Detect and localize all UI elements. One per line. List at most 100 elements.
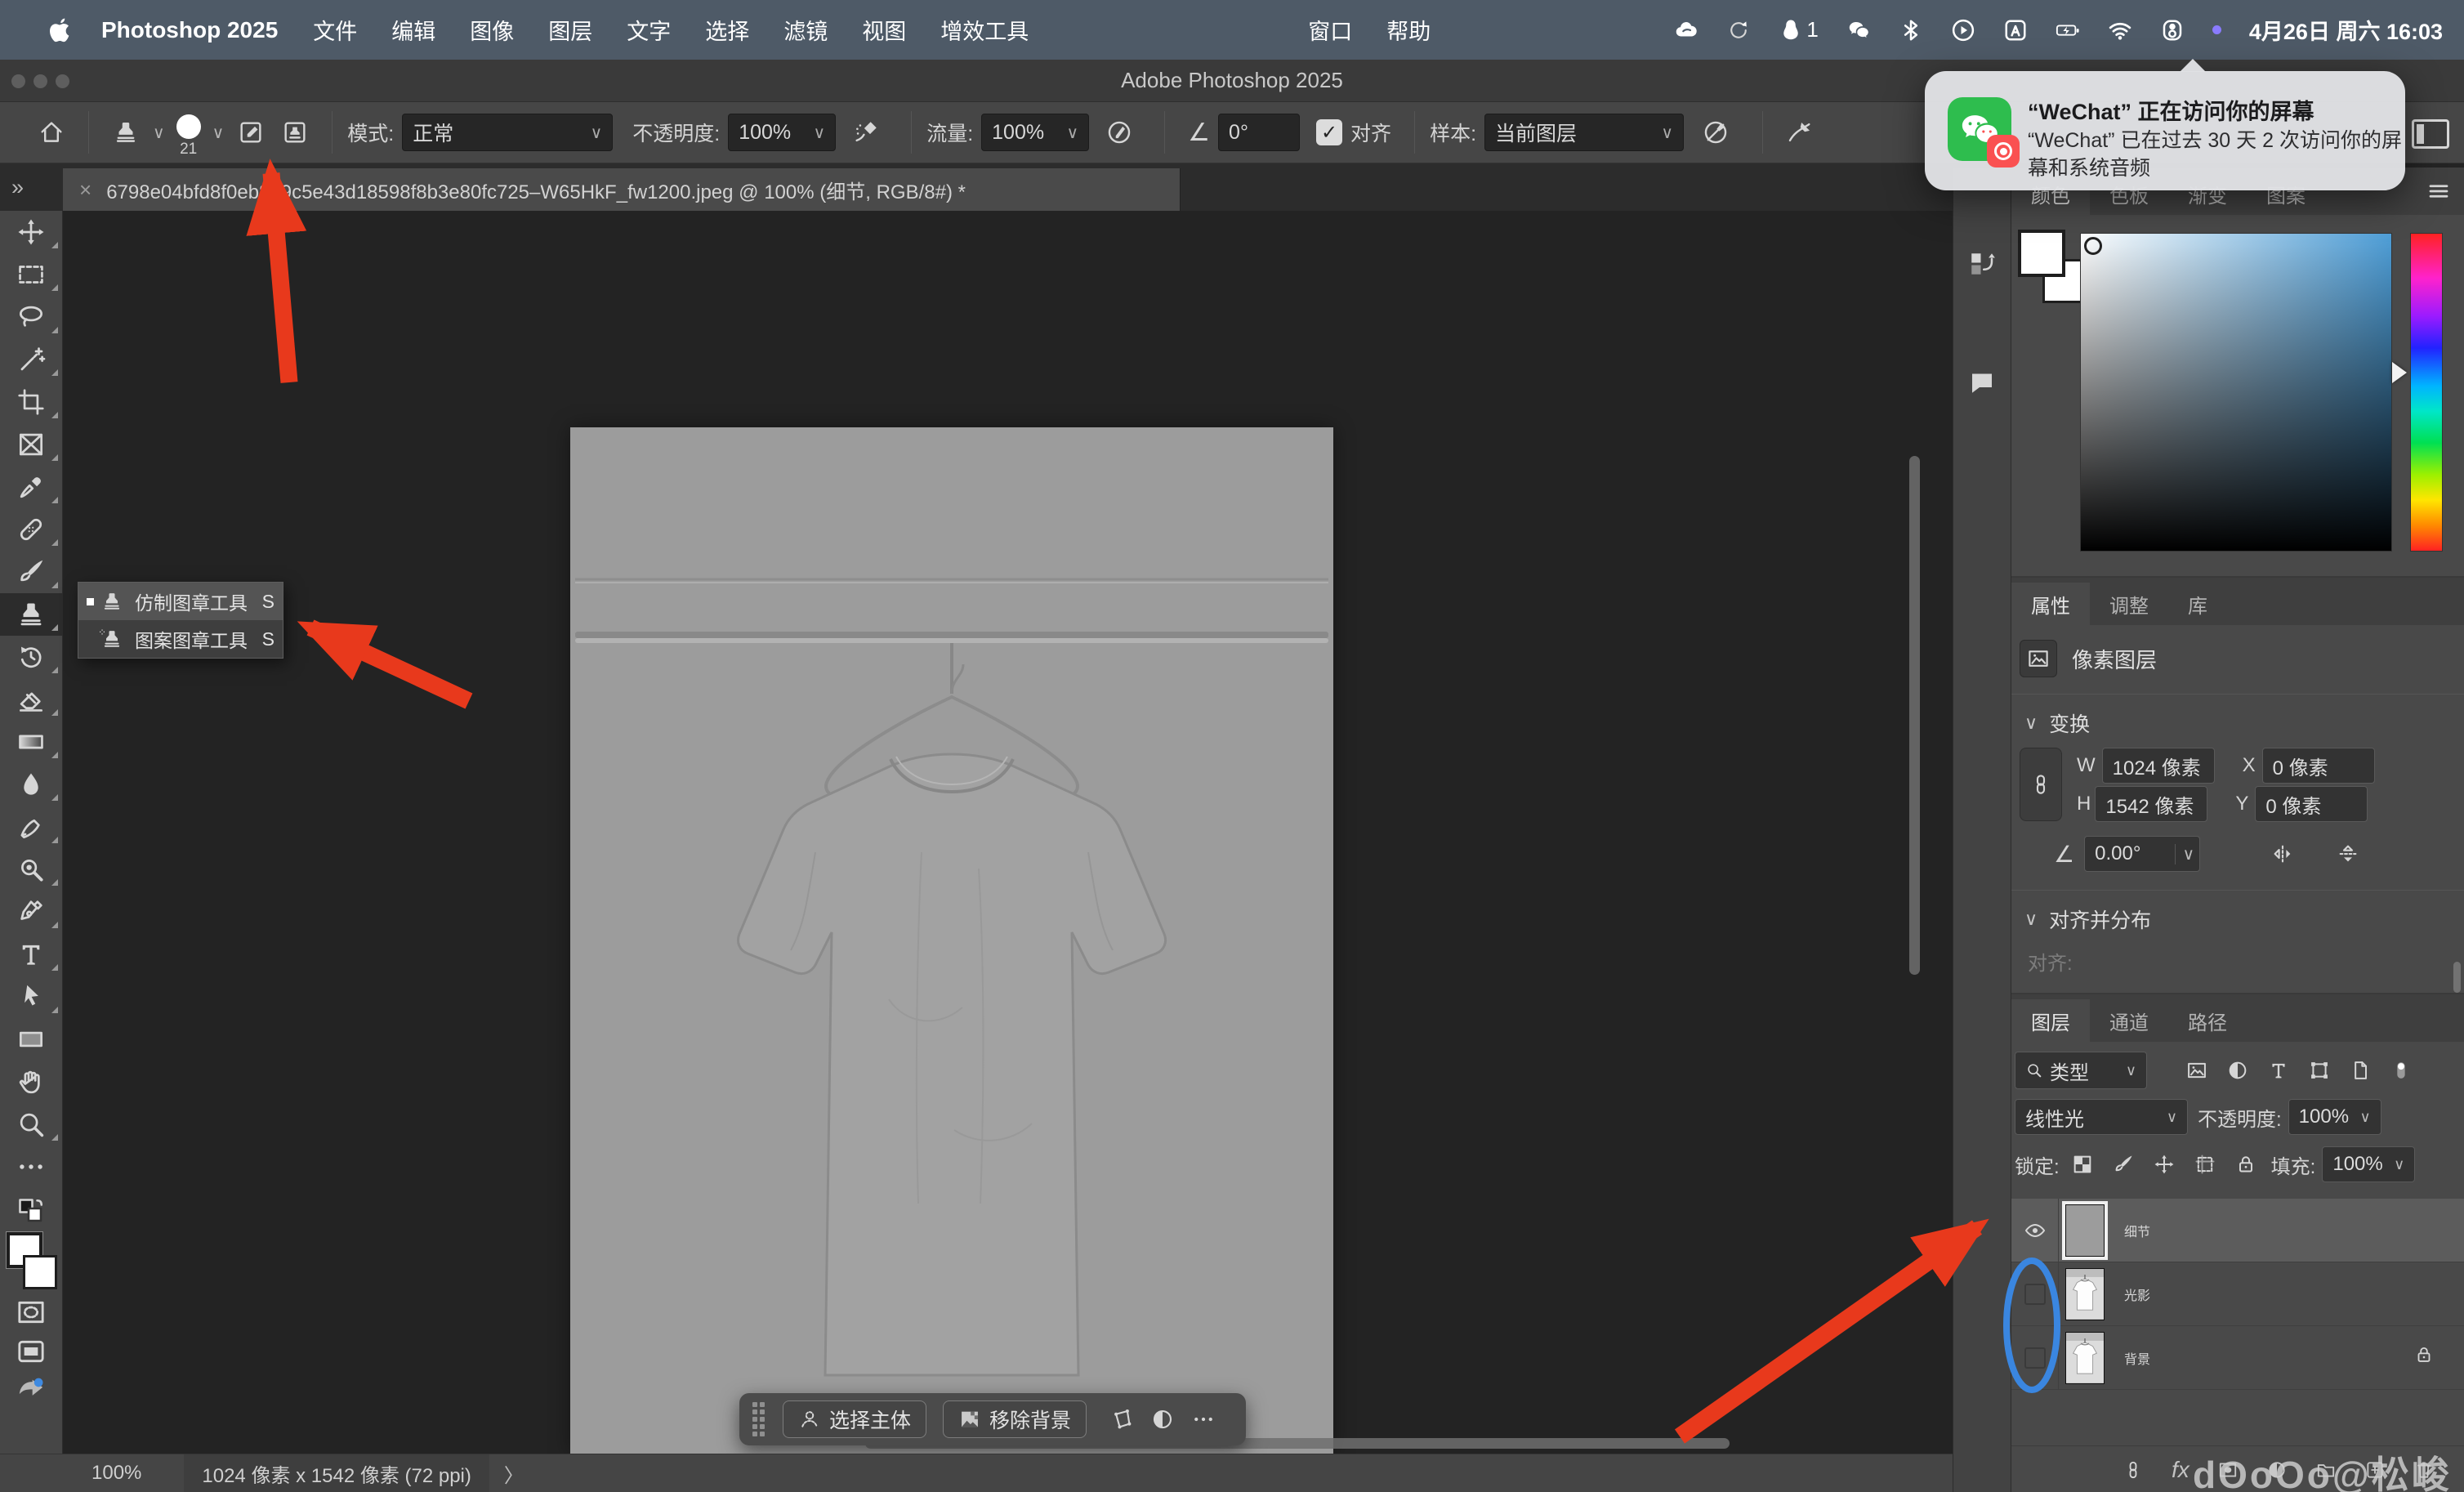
menu-item-图像[interactable]: 图像	[453, 20, 531, 44]
color-picker-handle[interactable]	[2084, 237, 2102, 255]
wifi-icon[interactable]	[2108, 18, 2132, 42]
layer-fill-select[interactable]: 100% ∨	[2322, 1146, 2415, 1182]
tool-clonestamp[interactable]	[0, 593, 63, 636]
menu-item-滤镜[interactable]: 滤镜	[766, 20, 845, 44]
tool-more[interactable]	[0, 1146, 63, 1188]
opacity-select[interactable]: 100% ∨	[728, 114, 836, 151]
tool-lasso[interactable]	[0, 296, 63, 338]
link-layers-icon[interactable]	[2123, 1459, 2144, 1481]
ignore-adjustment-layers-icon[interactable]	[1702, 118, 1730, 146]
background-color-swatch[interactable]	[23, 1255, 57, 1289]
height-input[interactable]: 1542 像素	[2095, 786, 2207, 822]
tool-pathselect[interactable]	[0, 976, 63, 1018]
battery-icon[interactable]	[2056, 18, 2080, 42]
foreground-color-swatch[interactable]	[2018, 230, 2065, 277]
layer-name[interactable]: 背景	[2124, 1348, 2150, 1368]
share-image-icon[interactable]	[15, 1374, 47, 1407]
saturation-brightness-field[interactable]	[2080, 233, 2392, 552]
tab-调整[interactable]: 调整	[2090, 583, 2168, 625]
window-minimize-button[interactable]	[33, 74, 47, 88]
input-source-icon[interactable]	[2003, 18, 2028, 42]
chevron-down-icon[interactable]: ∨	[153, 123, 165, 143]
color-swatches[interactable]	[5, 1232, 57, 1289]
layer-row-细节[interactable]: 细节	[2011, 1199, 2464, 1262]
tool-eyedropper[interactable]	[0, 466, 63, 508]
section-collapse-icon[interactable]: ∨	[2024, 909, 2038, 930]
bluetooth-icon[interactable]	[1899, 18, 1923, 42]
tool-gradient[interactable]	[0, 721, 63, 763]
tool-zoom[interactable]	[0, 1103, 63, 1146]
tab-图层[interactable]: 图层	[2011, 999, 2090, 1042]
section-collapse-icon[interactable]: ∨	[2024, 712, 2038, 734]
tool-preset-stamp-icon[interactable]	[112, 118, 140, 146]
close-tab-icon[interactable]: ×	[79, 177, 92, 203]
filter-toggle-icon[interactable]	[2390, 1059, 2413, 1082]
transform-icon[interactable]	[1109, 1407, 1134, 1432]
qq-status-item[interactable]: 1	[1779, 17, 1818, 42]
visibility-toggle[interactable]	[2011, 1199, 2059, 1262]
panel-scrollbar[interactable]	[2453, 962, 2461, 993]
hue-bar[interactable]	[2410, 233, 2443, 552]
tab-库[interactable]: 库	[2168, 583, 2227, 625]
document-tab[interactable]: × 6798e04bfd8f0eb869c5e43d18598f8b3e80fc…	[63, 168, 1181, 211]
layer-thumbnail[interactable]	[2065, 1332, 2105, 1384]
filter-shape-layers-icon[interactable]	[2308, 1059, 2331, 1082]
taskbar-drag-handle[interactable]	[752, 1402, 765, 1436]
tool-type[interactable]	[0, 933, 63, 976]
document-size-info[interactable]: 1024 像素 x 1542 像素 (72 ppi)	[184, 1454, 489, 1492]
sample-select[interactable]: 当前图层 ∨	[1484, 114, 1684, 151]
tool-dodge[interactable]	[0, 848, 63, 891]
select-subject-button[interactable]: 选择主体	[783, 1400, 926, 1438]
tool-crop[interactable]	[0, 381, 63, 423]
panel-window-icon[interactable]	[2412, 119, 2449, 149]
tool-pen[interactable]	[0, 891, 63, 933]
quick-mask-icon[interactable]	[15, 1296, 47, 1329]
document-image[interactable]	[570, 427, 1333, 1454]
menu-item-窗口[interactable]: 窗口	[1291, 14, 1369, 46]
screen-mode-icon[interactable]	[15, 1335, 47, 1368]
menu-item-选择[interactable]: 选择	[688, 20, 766, 44]
lock-position-icon[interactable]	[2153, 1153, 2176, 1176]
wechat-notification[interactable]: “WeChat” 正在访问你的屏幕 “WeChat” 已在过去 30 天 2 次…	[1925, 71, 2405, 190]
filter-smart-objects-icon[interactable]	[2349, 1059, 2372, 1082]
layer-row-光影[interactable]: 光影	[2011, 1262, 2464, 1326]
status-chevron-icon[interactable]: 〉	[504, 1459, 524, 1488]
history-panel-icon[interactable]	[1967, 249, 1997, 279]
more-options-icon[interactable]	[1191, 1407, 1216, 1432]
y-input[interactable]: 0 像素	[2255, 786, 2368, 822]
rotation-select[interactable]: 0.00° ∨	[2084, 836, 2200, 872]
zoom-level[interactable]: 100%	[92, 1462, 141, 1485]
flyout-item-图案图章工具[interactable]: 图案图章工具 S ⁘	[78, 620, 283, 658]
visibility-toggle[interactable]	[2011, 1262, 2059, 1326]
menu-item-文字[interactable]: 文字	[609, 20, 688, 44]
vertical-scrollbar[interactable]	[1909, 456, 1920, 975]
pressure-opacity-icon[interactable]	[1105, 118, 1133, 146]
aligned-checkbox[interactable]: ✓	[1316, 119, 1342, 145]
lock-artboard-icon[interactable]	[2194, 1153, 2216, 1176]
layer-name[interactable]: 光影	[2124, 1284, 2150, 1304]
window-close-button[interactable]	[11, 74, 25, 88]
apple-menu-icon[interactable]	[46, 16, 74, 44]
comments-panel-icon[interactable]	[1967, 368, 1997, 397]
tool-objselect[interactable]	[0, 338, 63, 381]
brush-preset-picker[interactable]: 21	[176, 114, 201, 159]
remove-background-button[interactable]: 移除背景	[943, 1400, 1087, 1438]
tab-属性[interactable]: 属性	[2011, 583, 2090, 625]
blend-mode-select[interactable]: 线性光 ∨	[2015, 1099, 2188, 1135]
filter-pixel-layers-icon[interactable]	[2185, 1059, 2208, 1082]
media-play-icon[interactable]	[1951, 18, 1975, 42]
tool-frame[interactable]	[0, 423, 63, 466]
menu-item-增效工具[interactable]: 增效工具	[923, 20, 1046, 44]
x-input[interactable]: 0 像素	[2262, 748, 2375, 784]
panel-color-swatches[interactable]	[2018, 230, 2080, 298]
lock-transparent-icon[interactable]	[2071, 1153, 2094, 1176]
pressure-size-icon[interactable]	[1786, 118, 1814, 146]
width-input[interactable]: 1024 像素	[2102, 748, 2215, 784]
tool-healing[interactable]	[0, 508, 63, 551]
filter-adjustment-layers-icon[interactable]	[2226, 1059, 2249, 1082]
menu-item-帮助[interactable]: 帮助	[1369, 14, 1448, 46]
blend-mode-select[interactable]: 正常 ∨	[402, 114, 613, 151]
layer-style-icon[interactable]: fx	[2172, 1457, 2189, 1483]
wechat-icon[interactable]	[1846, 18, 1871, 42]
layer-name[interactable]: 细节	[2124, 1221, 2150, 1240]
